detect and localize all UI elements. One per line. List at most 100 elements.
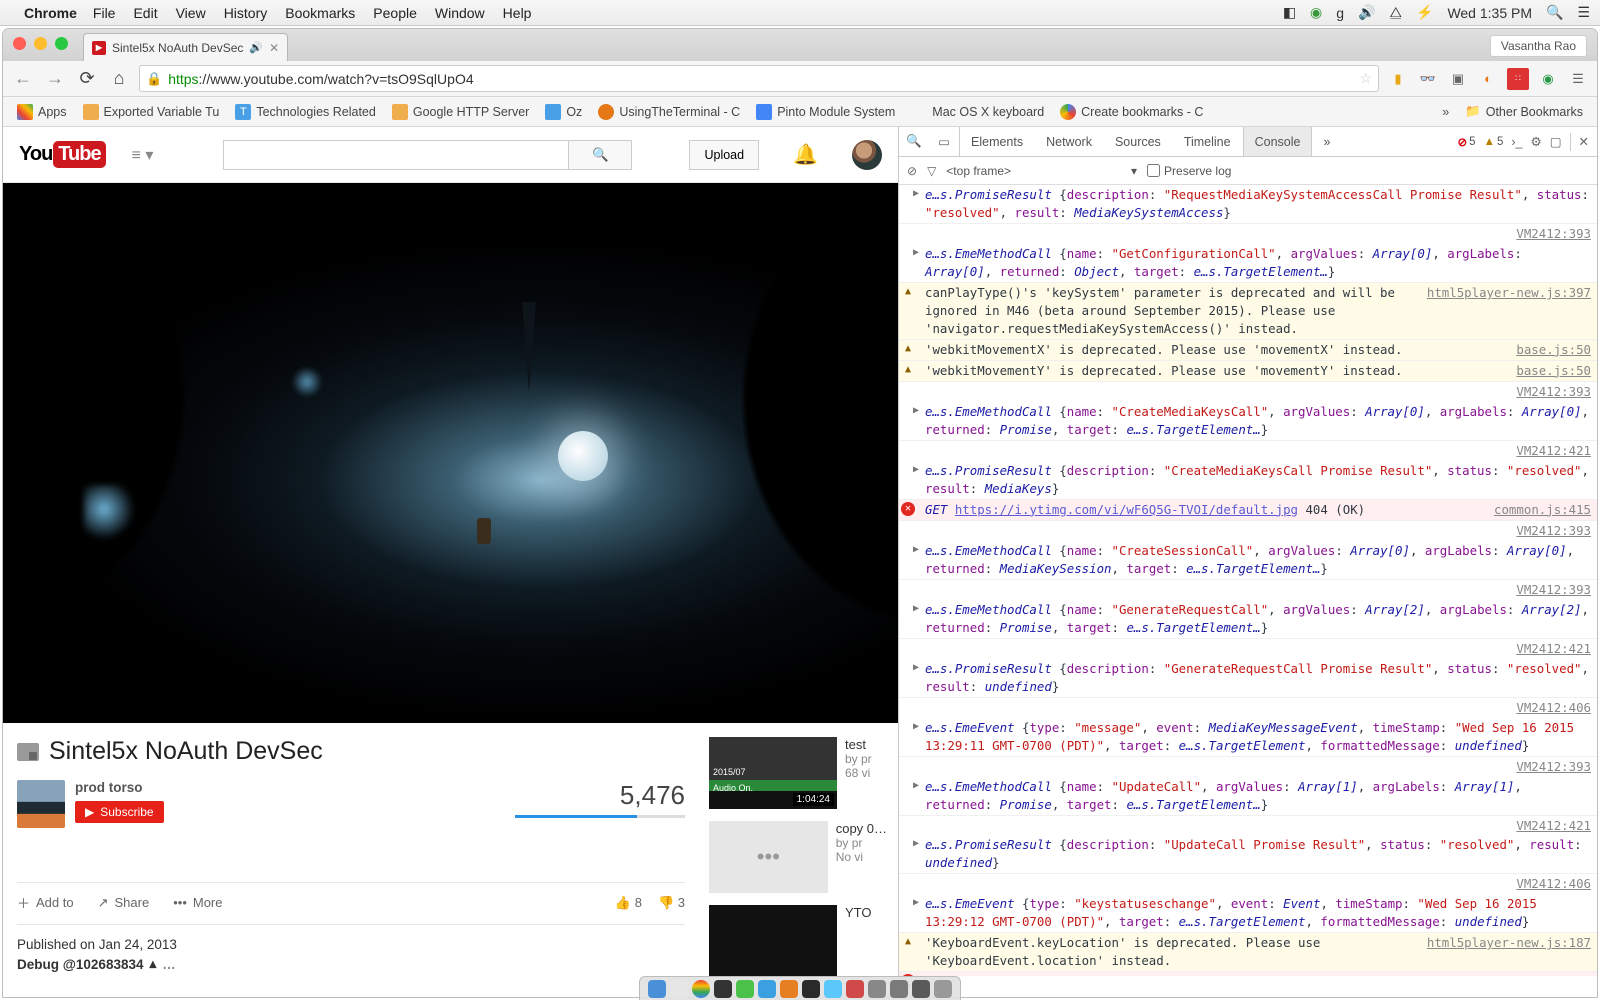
- subscribe-button[interactable]: ▶Subscribe: [75, 801, 164, 823]
- source-link[interactable]: VM2412:393: [1506, 758, 1591, 776]
- chrome-menu-icon[interactable]: ☰: [1567, 68, 1589, 90]
- bookmarks-overflow-icon[interactable]: »: [1436, 105, 1455, 119]
- bookmark-item[interactable]: TTechnologies Related: [229, 101, 382, 123]
- error-badge[interactable]: ⊘ 5: [1458, 135, 1476, 149]
- source-link[interactable]: VM2412:421: [1506, 442, 1591, 460]
- bookmark-item[interactable]: Pinto Module System: [750, 101, 901, 123]
- volume-icon[interactable]: 🔊: [1358, 4, 1375, 21]
- console-row[interactable]: ▲'webkitMovementY' is deprecated. Please…: [899, 361, 1597, 382]
- console-row[interactable]: VM2412:393: [899, 382, 1597, 402]
- console-row[interactable]: VM2412:421: [899, 816, 1597, 836]
- source-link[interactable]: VM2412:393: [1506, 522, 1591, 540]
- close-devtools-icon[interactable]: ✕: [1579, 134, 1589, 149]
- menu-file[interactable]: File: [93, 5, 116, 21]
- source-link[interactable]: common.js:415: [1484, 501, 1591, 519]
- console-row[interactable]: VM2412:406: [899, 874, 1597, 894]
- menubar-app[interactable]: Chrome: [24, 5, 77, 21]
- bookmark-item[interactable]: Oz: [539, 101, 588, 123]
- menu-edit[interactable]: Edit: [133, 5, 157, 21]
- expand-icon[interactable]: ▶: [913, 404, 919, 419]
- settings-icon[interactable]: ⚙: [1530, 134, 1541, 149]
- bookmark-item[interactable]: UsingTheTerminal - C: [592, 101, 746, 123]
- search-button[interactable]: 🔍: [568, 140, 632, 170]
- source-link[interactable]: VM2412:393: [1506, 581, 1591, 599]
- ext-icon-1[interactable]: ▮: [1387, 68, 1409, 90]
- console-row[interactable]: ▶e…s.EmeEvent {type: "keystatuseschange"…: [899, 894, 1597, 933]
- expand-icon[interactable]: ▶: [913, 187, 919, 202]
- star-icon[interactable]: ☆: [1359, 70, 1372, 87]
- console-row[interactable]: ▶e…s.PromiseResult {description: "Update…: [899, 835, 1597, 874]
- inspect-icon[interactable]: 🔍: [899, 134, 929, 149]
- related-item[interactable]: 2015/07Audio On.1:04:24 testby pr68 vi: [709, 737, 888, 809]
- notifications-icon[interactable]: ◧: [1283, 4, 1296, 21]
- battery-icon[interactable]: ⚡: [1416, 4, 1433, 21]
- expand-icon[interactable]: ▶: [913, 543, 919, 558]
- source-link[interactable]: base.js:50: [1506, 362, 1591, 380]
- source-link[interactable]: html5player-new.js:397: [1417, 284, 1591, 338]
- console-prompt[interactable]: ›: [899, 976, 1597, 997]
- debug-line[interactable]: Debug @102683834▴…: [17, 956, 685, 972]
- dock-icon[interactable]: ▢: [1550, 134, 1562, 149]
- source-link[interactable]: VM2412:406: [1506, 875, 1591, 893]
- ext-icon-5[interactable]: ◉: [1537, 68, 1559, 90]
- source-link[interactable]: VM2412:406: [1506, 699, 1591, 717]
- console-row[interactable]: ▶e…s.EmeMethodCall {name: "GenerateReque…: [899, 600, 1597, 639]
- wifi-icon[interactable]: ⧋: [1390, 4, 1403, 21]
- related-item[interactable]: ••• copy 03/3by prNo vi: [709, 821, 888, 893]
- tab-audio-icon[interactable]: 🔊: [249, 41, 263, 54]
- menu-help[interactable]: Help: [503, 5, 532, 21]
- source-link[interactable]: VM2412:421: [1506, 640, 1591, 658]
- clock[interactable]: Wed 1:35 PM: [1447, 5, 1532, 21]
- console-row[interactable]: VM2412:393: [899, 757, 1597, 777]
- google-icon[interactable]: g: [1336, 5, 1344, 21]
- cast-icon[interactable]: ▣: [1447, 68, 1469, 90]
- expand-icon[interactable]: ▶: [913, 602, 919, 617]
- frame-selector[interactable]: <top frame> ▾: [946, 164, 1137, 178]
- console-row[interactable]: VM2412:421: [899, 639, 1597, 659]
- console-row[interactable]: VM2412:393: [899, 224, 1597, 244]
- drawer-icon[interactable]: ›_: [1511, 135, 1522, 149]
- device-icon[interactable]: ▭: [929, 134, 959, 149]
- tabs-overflow-icon[interactable]: »: [1312, 127, 1342, 156]
- like-button[interactable]: 👍 8: [615, 895, 642, 911]
- console-row[interactable]: VM2412:393: [899, 521, 1597, 541]
- tab-timeline[interactable]: Timeline: [1173, 127, 1243, 156]
- console-row[interactable]: ▶e…s.EmeMethodCall {name: "CreateSession…: [899, 541, 1597, 580]
- expand-icon[interactable]: ▶: [913, 896, 919, 911]
- status-icon[interactable]: ◉: [1310, 4, 1322, 21]
- address-bar[interactable]: 🔒 https://www.youtube.com/watch?v=tsO9Sq…: [139, 65, 1379, 92]
- tab-close-icon[interactable]: ✕: [269, 41, 279, 55]
- expand-icon[interactable]: ▶: [913, 779, 919, 794]
- warning-badge[interactable]: ▲ 5: [1484, 136, 1504, 148]
- console-row[interactable]: ✕GET https://i.ytimg.com/vi/wF6Q5G-TVOI/…: [899, 500, 1597, 521]
- chrome-profile[interactable]: Vasantha Rao: [1490, 35, 1587, 57]
- ext-icon-4[interactable]: ∷: [1507, 68, 1529, 90]
- console-row[interactable]: VM2412:406: [899, 698, 1597, 718]
- zoom-window-icon[interactable]: [55, 37, 68, 50]
- menu-history[interactable]: History: [224, 5, 268, 21]
- spotlight-icon[interactable]: 🔍: [1546, 4, 1563, 21]
- console-row[interactable]: ▲canPlayType()'s 'keySystem' parameter i…: [899, 283, 1597, 340]
- clear-console-icon[interactable]: ⊘: [907, 164, 917, 178]
- console-row[interactable]: ▶e…s.PromiseResult {description: "Create…: [899, 461, 1597, 500]
- expand-icon[interactable]: ▶: [913, 246, 919, 261]
- apps-button[interactable]: Apps: [11, 101, 73, 123]
- bell-icon[interactable]: 🔔: [793, 142, 818, 167]
- reload-button[interactable]: ⟳: [75, 67, 99, 91]
- menu-bookmarks[interactable]: Bookmarks: [285, 5, 355, 21]
- source-link[interactable]: VM2412:393: [1506, 383, 1591, 401]
- guide-icon[interactable]: ≡ ▾: [132, 145, 154, 165]
- console-row[interactable]: ▶e…s.EmeMethodCall {name: "UpdateCall", …: [899, 777, 1597, 816]
- home-button[interactable]: ⌂: [107, 67, 131, 91]
- search-input[interactable]: [223, 140, 568, 170]
- avatar[interactable]: [852, 140, 882, 170]
- console-row[interactable]: VM2412:393: [899, 580, 1597, 600]
- bookmark-item[interactable]: Mac OS X keyboard: [905, 101, 1050, 123]
- bookmark-item[interactable]: Exported Variable Tu: [77, 101, 226, 123]
- bookmark-item[interactable]: Google HTTP Server: [386, 101, 535, 123]
- channel-avatar[interactable]: [17, 780, 65, 828]
- expand-icon[interactable]: ▶: [913, 661, 919, 676]
- console-row[interactable]: ▲'webkitMovementX' is deprecated. Please…: [899, 340, 1597, 361]
- channel-name[interactable]: prod torso: [75, 780, 164, 795]
- back-button[interactable]: ←: [11, 67, 35, 91]
